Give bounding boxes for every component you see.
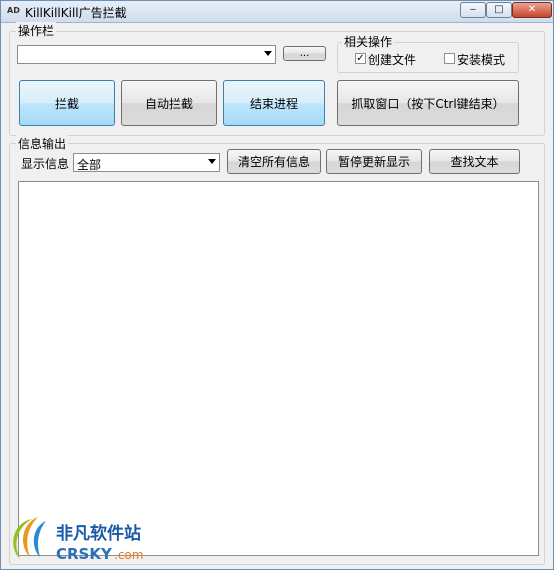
related-group-label: 相关操作	[342, 33, 395, 50]
create-file-checkbox[interactable]: ✓	[355, 53, 366, 64]
close-button[interactable]: ✕	[512, 2, 552, 18]
auto-block-button[interactable]: 自动拦截	[121, 80, 217, 126]
install-mode-checkbox[interactable]	[444, 53, 455, 64]
output-textarea[interactable]	[18, 181, 539, 556]
app-window: AD KillKillKill广告拦截 ‒ □ ✕ 操作栏 ... 相关操作 ✓…	[0, 0, 554, 570]
app-icon: AD	[7, 6, 20, 15]
block-button[interactable]: 拦截	[19, 80, 115, 126]
maximize-button[interactable]: □	[486, 2, 512, 18]
title-bar[interactable]: AD KillKillKill广告拦截 ‒ □ ✕	[1, 1, 553, 23]
capture-window-button[interactable]: 抓取窗口（按下Ctrl键结束）	[337, 80, 519, 126]
chevron-down-icon	[208, 159, 216, 164]
install-mode-label[interactable]: 安装模式	[457, 51, 505, 68]
create-file-label[interactable]: 创建文件	[368, 51, 416, 68]
crsky-watermark-logo: 非凡软件站 CRSKY .com	[13, 517, 143, 563]
chevron-down-icon	[264, 51, 272, 56]
watermark-site-prefix: CRSKY	[56, 545, 113, 563]
show-info-label: 显示信息	[21, 157, 70, 171]
window-title: KillKillKill广告拦截	[25, 6, 127, 20]
pause-display-button[interactable]: 暂停更新显示	[326, 149, 422, 174]
clear-all-button[interactable]: 清空所有信息	[227, 149, 321, 174]
find-text-button[interactable]: 查找文本	[429, 149, 520, 174]
browse-button[interactable]: ...	[283, 46, 326, 61]
filter-select[interactable]: 全部	[73, 153, 220, 172]
filter-select-value: 全部	[77, 158, 102, 172]
minimize-button[interactable]: ‒	[460, 2, 486, 18]
watermark-site-suffix: .com	[114, 548, 143, 562]
target-combo[interactable]	[17, 45, 276, 64]
watermark-name: 非凡软件站	[56, 523, 141, 544]
end-process-button[interactable]: 结束进程	[223, 80, 325, 126]
info-group-label: 信息输出	[16, 135, 69, 152]
toolbar-group-label: 操作栏	[16, 22, 57, 39]
